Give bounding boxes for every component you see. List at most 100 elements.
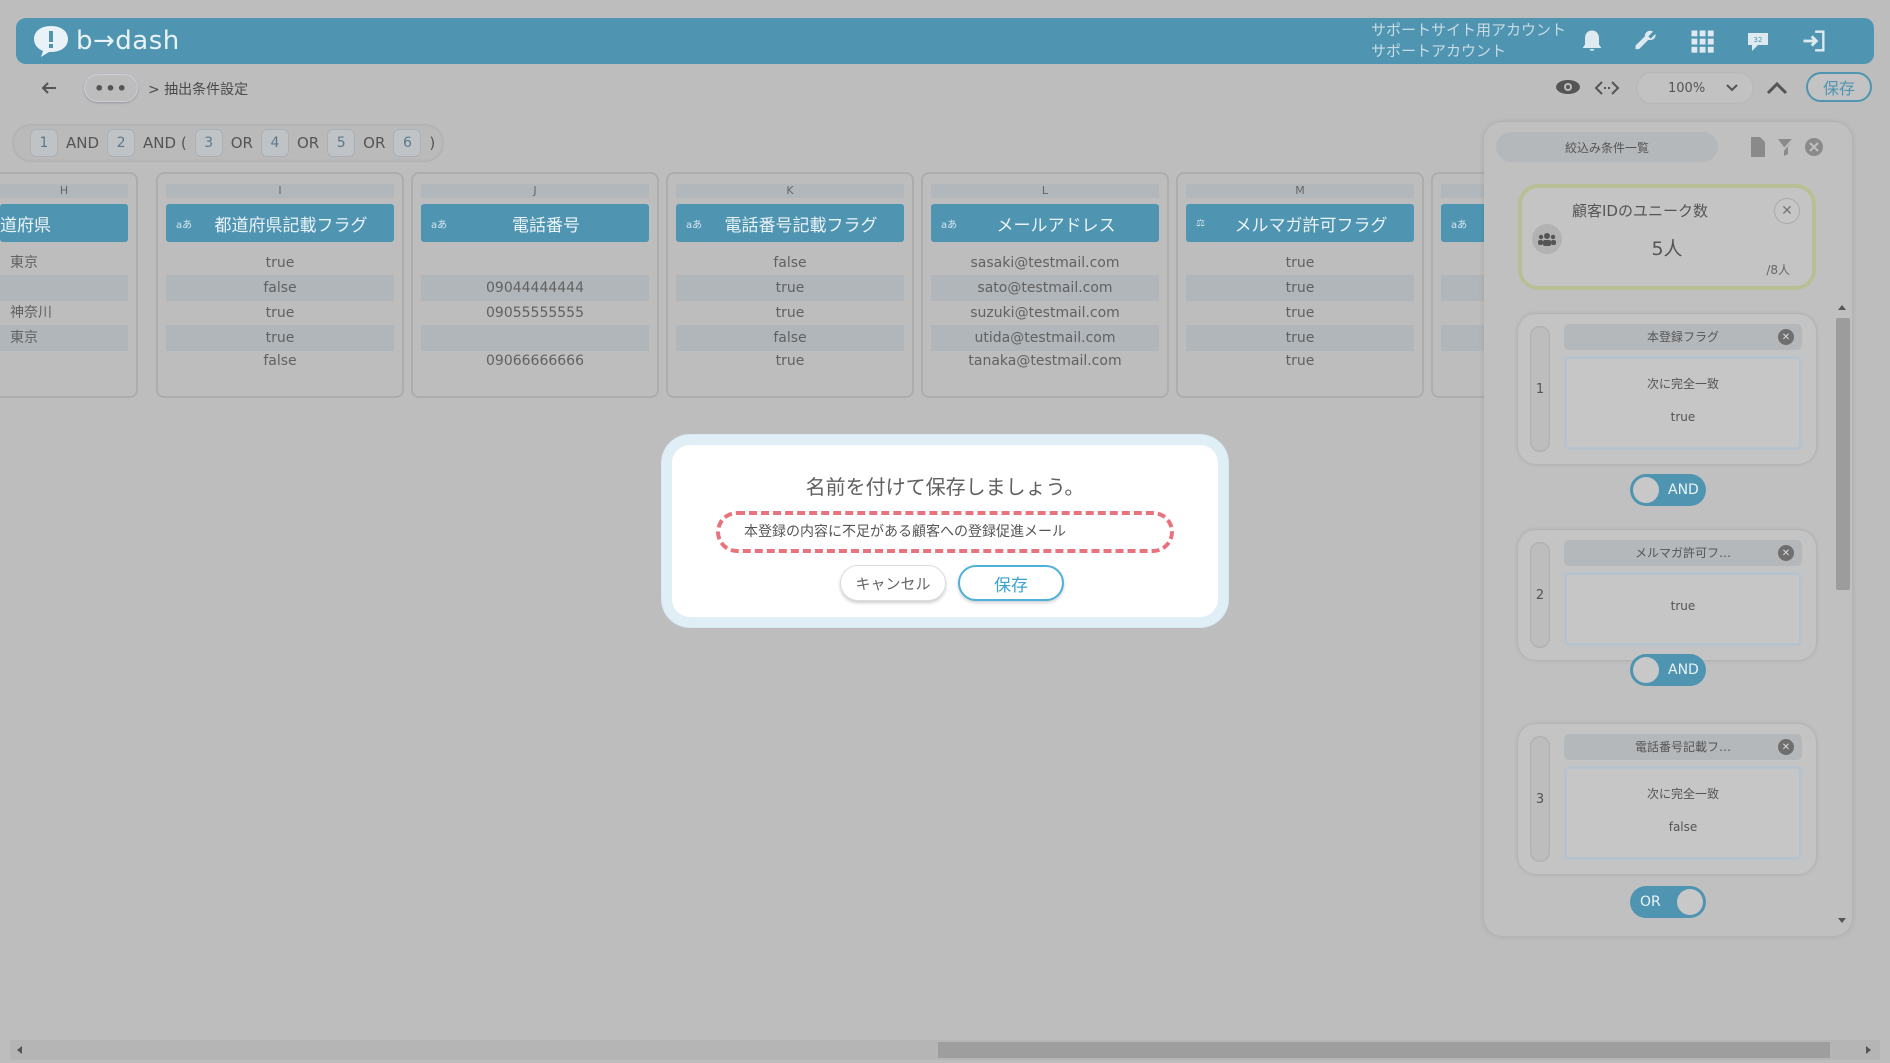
remove-condition-icon[interactable]: ✕	[1778, 329, 1794, 345]
table-cell[interactable]: false	[166, 348, 394, 374]
table-cell[interactable]: 09055555555	[421, 300, 649, 326]
column-header[interactable]: 道府県	[0, 204, 128, 242]
logic-toggle[interactable]: AND	[1630, 654, 1706, 686]
scroll-left-icon[interactable]	[14, 1044, 24, 1056]
column-letter: H	[0, 184, 128, 198]
logo[interactable]: b→dash	[32, 24, 180, 58]
logic-operator: OR	[296, 134, 320, 152]
dialog-save-button[interactable]: 保存	[958, 565, 1064, 601]
table-cell[interactable]: true	[676, 275, 904, 301]
table-cell[interactable]: 神奈川	[0, 300, 128, 326]
column-header[interactable]: aあ メールアドレス	[931, 204, 1159, 242]
column-header-label: 電話番号	[512, 215, 580, 236]
condition-number[interactable]: 3	[1530, 736, 1550, 862]
condition-chip[interactable]: 2	[107, 129, 136, 157]
condition-chip[interactable]: 4	[260, 129, 289, 157]
clear-all-icon[interactable]	[1804, 136, 1824, 158]
column-header[interactable]: ⚖ メルマガ許可フラグ	[1186, 204, 1414, 242]
code-icon[interactable]	[1594, 78, 1620, 98]
table-cell[interactable]: true	[1186, 348, 1414, 374]
grid-icon[interactable]	[1686, 26, 1718, 56]
scroll-down-icon[interactable]	[1836, 916, 1848, 926]
table-cell[interactable]: true	[1186, 275, 1414, 301]
condition-body[interactable]: true	[1564, 572, 1802, 646]
table-cell[interactable]: true	[1186, 300, 1414, 326]
more-button[interactable]: •••	[84, 74, 138, 102]
logout-icon[interactable]	[1798, 26, 1830, 56]
table-cell[interactable]: true	[1186, 250, 1414, 276]
table-cell[interactable]	[421, 250, 649, 276]
table-cell[interactable]: true	[676, 348, 904, 374]
chat-badge: 32	[1754, 36, 1763, 44]
table-cell[interactable]: true	[166, 250, 394, 276]
table-cell[interactable]: true	[676, 300, 904, 326]
back-arrow-icon[interactable]	[38, 78, 60, 98]
condition-chip[interactable]: 3	[194, 129, 223, 157]
table-cell[interactable]: true	[166, 300, 394, 326]
count-total: /8人	[1766, 263, 1790, 277]
condition-chip[interactable]: 1	[30, 129, 58, 157]
column-header[interactable]: aあ 電話番号記載フラグ	[676, 204, 904, 242]
column-header-label: 都道府県記載フラグ	[214, 215, 368, 236]
table-cell[interactable]: 09066666666	[421, 348, 649, 374]
eye-icon[interactable]	[1554, 76, 1582, 98]
table-cell[interactable]: false	[166, 275, 394, 301]
document-icon[interactable]	[1748, 136, 1768, 158]
filter-condition-card[interactable]: 3 電話番号記載フ… ✕ 次に完全一致 false	[1518, 724, 1816, 874]
close-icon[interactable]: ✕	[1774, 198, 1800, 224]
condition-number[interactable]: 1	[1530, 326, 1550, 452]
filter-panel: 絞込み条件一覧 顧客IDのユニーク数 5人 /8人 ✕ 1 本登録フラグ ✕ 次に完全…	[1484, 122, 1852, 936]
filter-condition-card[interactable]: 2 メルマガ許可フ… ✕ true	[1518, 530, 1816, 660]
condition-body[interactable]: 次に完全一致 false	[1564, 766, 1802, 860]
table-column: M ⚖ メルマガ許可フラグ true true true true true	[1176, 172, 1424, 398]
table-cell[interactable]: false	[676, 250, 904, 276]
chat-icon[interactable]: 32	[1742, 26, 1774, 56]
chevron-up-icon[interactable]	[1764, 78, 1790, 98]
save-button[interactable]: 保存	[1806, 72, 1872, 102]
field-type-icon: aあ	[176, 219, 193, 231]
tab-filter-list[interactable]: 絞込み条件一覧	[1496, 132, 1718, 162]
filter-off-icon[interactable]	[1776, 136, 1796, 158]
column-header-label: 電話番号記載フラグ	[724, 215, 878, 236]
column-header[interactable]: aあ 都道府県記載フラグ	[166, 204, 394, 242]
unique-count-card: 顧客IDのユニーク数 5人 /8人 ✕	[1518, 184, 1816, 290]
table-cell[interactable]: suzuki@testmail.com	[931, 300, 1159, 326]
breadcrumb: > 抽出条件設定	[148, 82, 249, 98]
name-input[interactable]: 本登録の内容に不足がある顧客への登録促進メール	[716, 511, 1174, 553]
condition-body[interactable]: 次に完全一致 true	[1564, 356, 1802, 450]
logo-bubble-icon	[34, 26, 68, 57]
cancel-button[interactable]: キャンセル	[840, 565, 946, 601]
condition-number[interactable]: 2	[1530, 542, 1550, 648]
table-cell[interactable]	[0, 275, 128, 301]
wrench-icon[interactable]	[1630, 26, 1662, 56]
field-type-icon: aあ	[1451, 219, 1468, 231]
column-header-label: 道府県	[0, 215, 51, 236]
table-cell[interactable]: sasaki@testmail.com	[931, 250, 1159, 276]
zoom-select[interactable]: 100%	[1636, 72, 1754, 104]
toggle-label: AND	[1668, 662, 1699, 678]
table-cell[interactable]	[0, 348, 128, 374]
scroll-right-icon[interactable]	[1864, 1044, 1874, 1056]
panel-scrollbar[interactable]	[1836, 318, 1850, 590]
filter-condition-card[interactable]: 1 本登録フラグ ✕ 次に完全一致 true	[1518, 314, 1816, 464]
bell-icon[interactable]	[1576, 26, 1608, 56]
remove-condition-icon[interactable]: ✕	[1778, 739, 1794, 755]
condition-chip[interactable]: 6	[393, 129, 422, 157]
field-type-icon: aあ	[431, 219, 448, 231]
top-bar: b→dash サポートサイト用アカウント サポートアカウント 32	[16, 18, 1874, 64]
condition-chip[interactable]: 5	[327, 129, 356, 157]
account-info[interactable]: サポートサイト用アカウント サポートアカウント	[1371, 20, 1566, 62]
table-cell[interactable]: tanaka@testmail.com	[931, 348, 1159, 374]
logo-text: b→dash	[76, 26, 180, 56]
remove-condition-icon[interactable]: ✕	[1778, 545, 1794, 561]
table-cell[interactable]: sato@testmail.com	[931, 275, 1159, 301]
logic-toggle[interactable]: OR	[1630, 886, 1706, 918]
logic-toggle[interactable]: AND	[1630, 474, 1706, 506]
table-cell[interactable]: 09044444444	[421, 275, 649, 301]
scroll-up-icon[interactable]	[1836, 302, 1848, 312]
table-cell[interactable]: 東京	[0, 250, 128, 276]
toggle-knob	[1677, 889, 1703, 915]
column-header[interactable]: aあ 電話番号	[421, 204, 649, 242]
horizontal-scroll-thumb[interactable]	[938, 1042, 1830, 1058]
column-letter: K	[676, 184, 904, 198]
